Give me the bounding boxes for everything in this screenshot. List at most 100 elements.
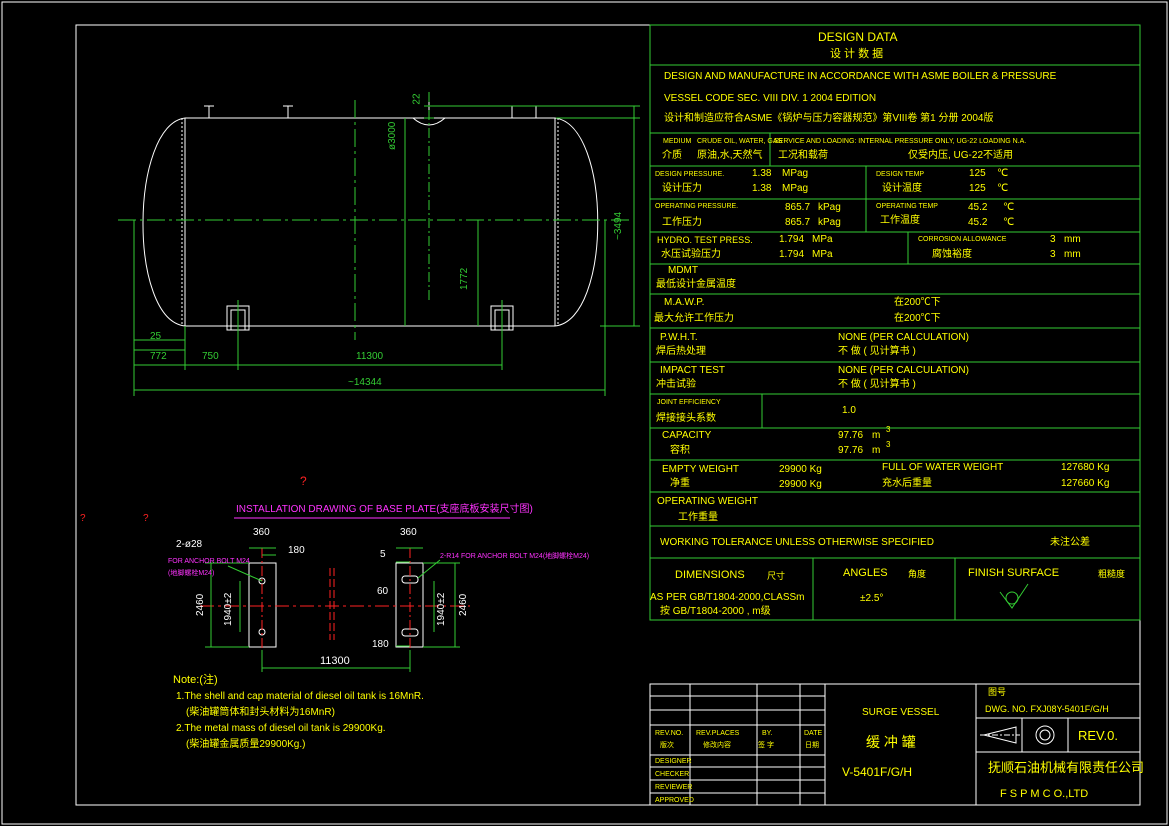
- joint-en: JOINT EFFICIENCY: [657, 399, 721, 406]
- operating-temp-unit2: ℃: [1003, 217, 1015, 228]
- bp-dim-360b: 360: [400, 527, 417, 538]
- service-label-en: SERVICE AND LOADING: INTERNAL PRESSURE O…: [774, 138, 1027, 145]
- by-cn: 签 字: [758, 742, 774, 749]
- bp-dim-180a: 180: [288, 545, 305, 556]
- date-cn: 日期: [805, 742, 819, 749]
- pwht-cn: 焊后热处理: [656, 346, 706, 357]
- hydro-test-cn: 水压试验压力: [661, 249, 721, 260]
- dim-overall-length: ~14344: [348, 377, 382, 388]
- empty-weight-val2: 29900 Kg: [779, 479, 822, 490]
- reviewer-label: REVIEWER: [655, 784, 693, 791]
- operating-pressure-val1: 865.7: [785, 202, 811, 213]
- mawp-val1: 在200℃下: [894, 297, 941, 308]
- angles-cn: 角度: [908, 569, 927, 579]
- company-name-cn: 抚顺石油机械有限责任公司: [988, 760, 1145, 775]
- operating-temp-cn: 工作温度: [880, 215, 920, 226]
- hydro-test-val1: 1.794: [779, 234, 805, 245]
- capacity-cn: 容积: [670, 445, 690, 456]
- approved-label: APPROVED: [655, 797, 694, 804]
- hydro-test-val2: 1.794: [779, 249, 805, 260]
- capacity-unit2: m: [872, 445, 881, 456]
- dim-22: 22: [411, 93, 423, 105]
- code-line-2: VESSEL CODE SEC. VIII DIV. 1 2004 EDITIO…: [664, 93, 877, 104]
- design-pressure-val1: 1.38: [752, 168, 772, 179]
- bp-dim-11300: 11300: [320, 655, 350, 667]
- finish-en: FINISH SURFACE: [968, 567, 1060, 579]
- mdmt-en: MDMT: [668, 265, 698, 276]
- service-value-cn: 仅受内压, UG-22不适用: [908, 150, 1014, 161]
- dimensions-cn: 尺寸: [767, 571, 786, 581]
- equipment-tag: V-5401F/G/H: [842, 765, 913, 779]
- bolt-left-en: FOR ANCHOR BOLT M24: [168, 558, 250, 565]
- empty-weight-en: EMPTY WEIGHT: [662, 464, 740, 475]
- bp-dim-180c: 180: [372, 639, 389, 650]
- operating-pressure-unit1: kPag: [818, 202, 841, 213]
- full-weight-val2: 127660 Kg: [1061, 478, 1110, 489]
- revision-label: REV.0.: [1078, 728, 1118, 743]
- operating-weight-en: OPERATING WEIGHT: [657, 496, 758, 507]
- operating-temp-en: OPERATING TEMP: [876, 203, 938, 210]
- angles-en: ANGLES: [843, 567, 888, 579]
- operating-weight-cn: 工作重量: [678, 512, 718, 523]
- capacity-unit1: m: [872, 430, 881, 441]
- medium-value-en: CRUDE OIL, WATER, GAS: [697, 138, 783, 145]
- design-pressure-unit2: MPag: [782, 183, 809, 194]
- design-pressure-cn: 设计压力: [662, 183, 702, 194]
- operating-temp-val1: 45.2: [968, 202, 988, 213]
- pwht-val-en: NONE (PER CALCULATION): [838, 332, 969, 343]
- impact-val-en: NONE (PER CALCULATION): [838, 365, 969, 376]
- hydro-test-en: HYDRO. TEST PRESS.: [657, 235, 753, 245]
- code-line-3: 设计和制造应符合ASME《锅炉与压力容器规范》第VIII卷 第1 分册 2004…: [664, 113, 994, 124]
- code-line-1: DESIGN AND MANUFACTURE IN ACCORDANCE WIT…: [664, 71, 1057, 82]
- finish-cn: 粗糙度: [1098, 569, 1126, 579]
- design-pressure-en: DESIGN PRESSURE.: [655, 171, 725, 178]
- mawp-en: M.A.W.P.: [664, 297, 705, 308]
- operating-pressure-unit2: kPag: [818, 217, 841, 228]
- dim-centerline-height: 1772: [459, 267, 470, 290]
- mawp-cn: 最大允许工作压力: [654, 313, 734, 324]
- design-pressure-unit1: MPag: [782, 168, 809, 179]
- dim-overall-height: ~3494: [613, 211, 624, 240]
- capacity-en: CAPACITY: [662, 430, 712, 441]
- bolt-right: 2-R14 FOR ANCHOR BOLT M24(地脚螺栓M24): [440, 553, 590, 560]
- corrosion-val1: 3: [1050, 234, 1056, 245]
- dim-std-en: AS PER GB/T1804-2000,CLASSm: [650, 592, 805, 603]
- medium-value-cn: 原油,水,天然气: [697, 150, 763, 161]
- impact-cn: 冲击试验: [656, 379, 696, 390]
- service-label-cn: 工况和载荷: [778, 150, 828, 161]
- rev-places-label: REV.PLACES: [696, 730, 740, 737]
- question-mark-1: ?: [300, 474, 307, 488]
- note-2-cn: (柴油罐金属质量29900Kg.): [186, 739, 306, 750]
- question-mark-2: ?: [80, 513, 86, 524]
- capacity-sup2: 3: [886, 440, 891, 449]
- question-mark-3: ?: [143, 513, 149, 524]
- design-data-title-cn: 设 计 数 据: [830, 48, 884, 60]
- full-weight-en: FULL OF WATER WEIGHT: [882, 462, 1004, 473]
- checker-label: CHECKER: [655, 771, 690, 778]
- corrosion-cn: 腐蚀裕度: [932, 249, 972, 260]
- note-2: 2.The metal mass of diesel oil tank is 2…: [176, 723, 386, 734]
- design-temp-cn: 设计温度: [882, 183, 922, 194]
- design-temp-unit1: ℃: [997, 168, 1009, 179]
- corrosion-val2: 3: [1050, 249, 1056, 260]
- operating-temp-val2: 45.2: [968, 217, 988, 228]
- tolerance-cn: 未注公差: [1050, 537, 1090, 548]
- design-temp-en: DESIGN TEMP: [876, 171, 925, 178]
- joint-cn: 焊接接头系数: [656, 413, 716, 424]
- bp-dim-2460b: 2460: [458, 593, 469, 616]
- notes-title: Note:(注): [173, 674, 218, 686]
- base-plate-title: INSTALLATION DRAWING OF BASE PLATE(支座底板安…: [236, 504, 533, 515]
- rev-no-label: REV.NO.: [655, 730, 684, 737]
- full-weight-cn: 充水后重量: [882, 478, 932, 489]
- projection-symbol: [980, 725, 1055, 745]
- bolt-left-cn: (地脚螺栓M24): [168, 570, 215, 577]
- company-name-en: F S P M C O.,LTD: [1000, 788, 1089, 800]
- bp-dim-1940b: 1940±2: [436, 592, 447, 626]
- by-label: BY.: [762, 730, 773, 737]
- medium-label-cn: 介质: [662, 150, 682, 161]
- medium-label-en: MEDIUM: [663, 138, 692, 145]
- capacity-val2: 97.76: [838, 445, 864, 456]
- tolerance-en: WORKING TOLERANCE UNLESS OTHERWISE SPECI…: [660, 537, 934, 548]
- operating-pressure-en: OPERATING PRESSURE.: [655, 203, 739, 210]
- pwht-en: P.W.H.T.: [660, 332, 698, 343]
